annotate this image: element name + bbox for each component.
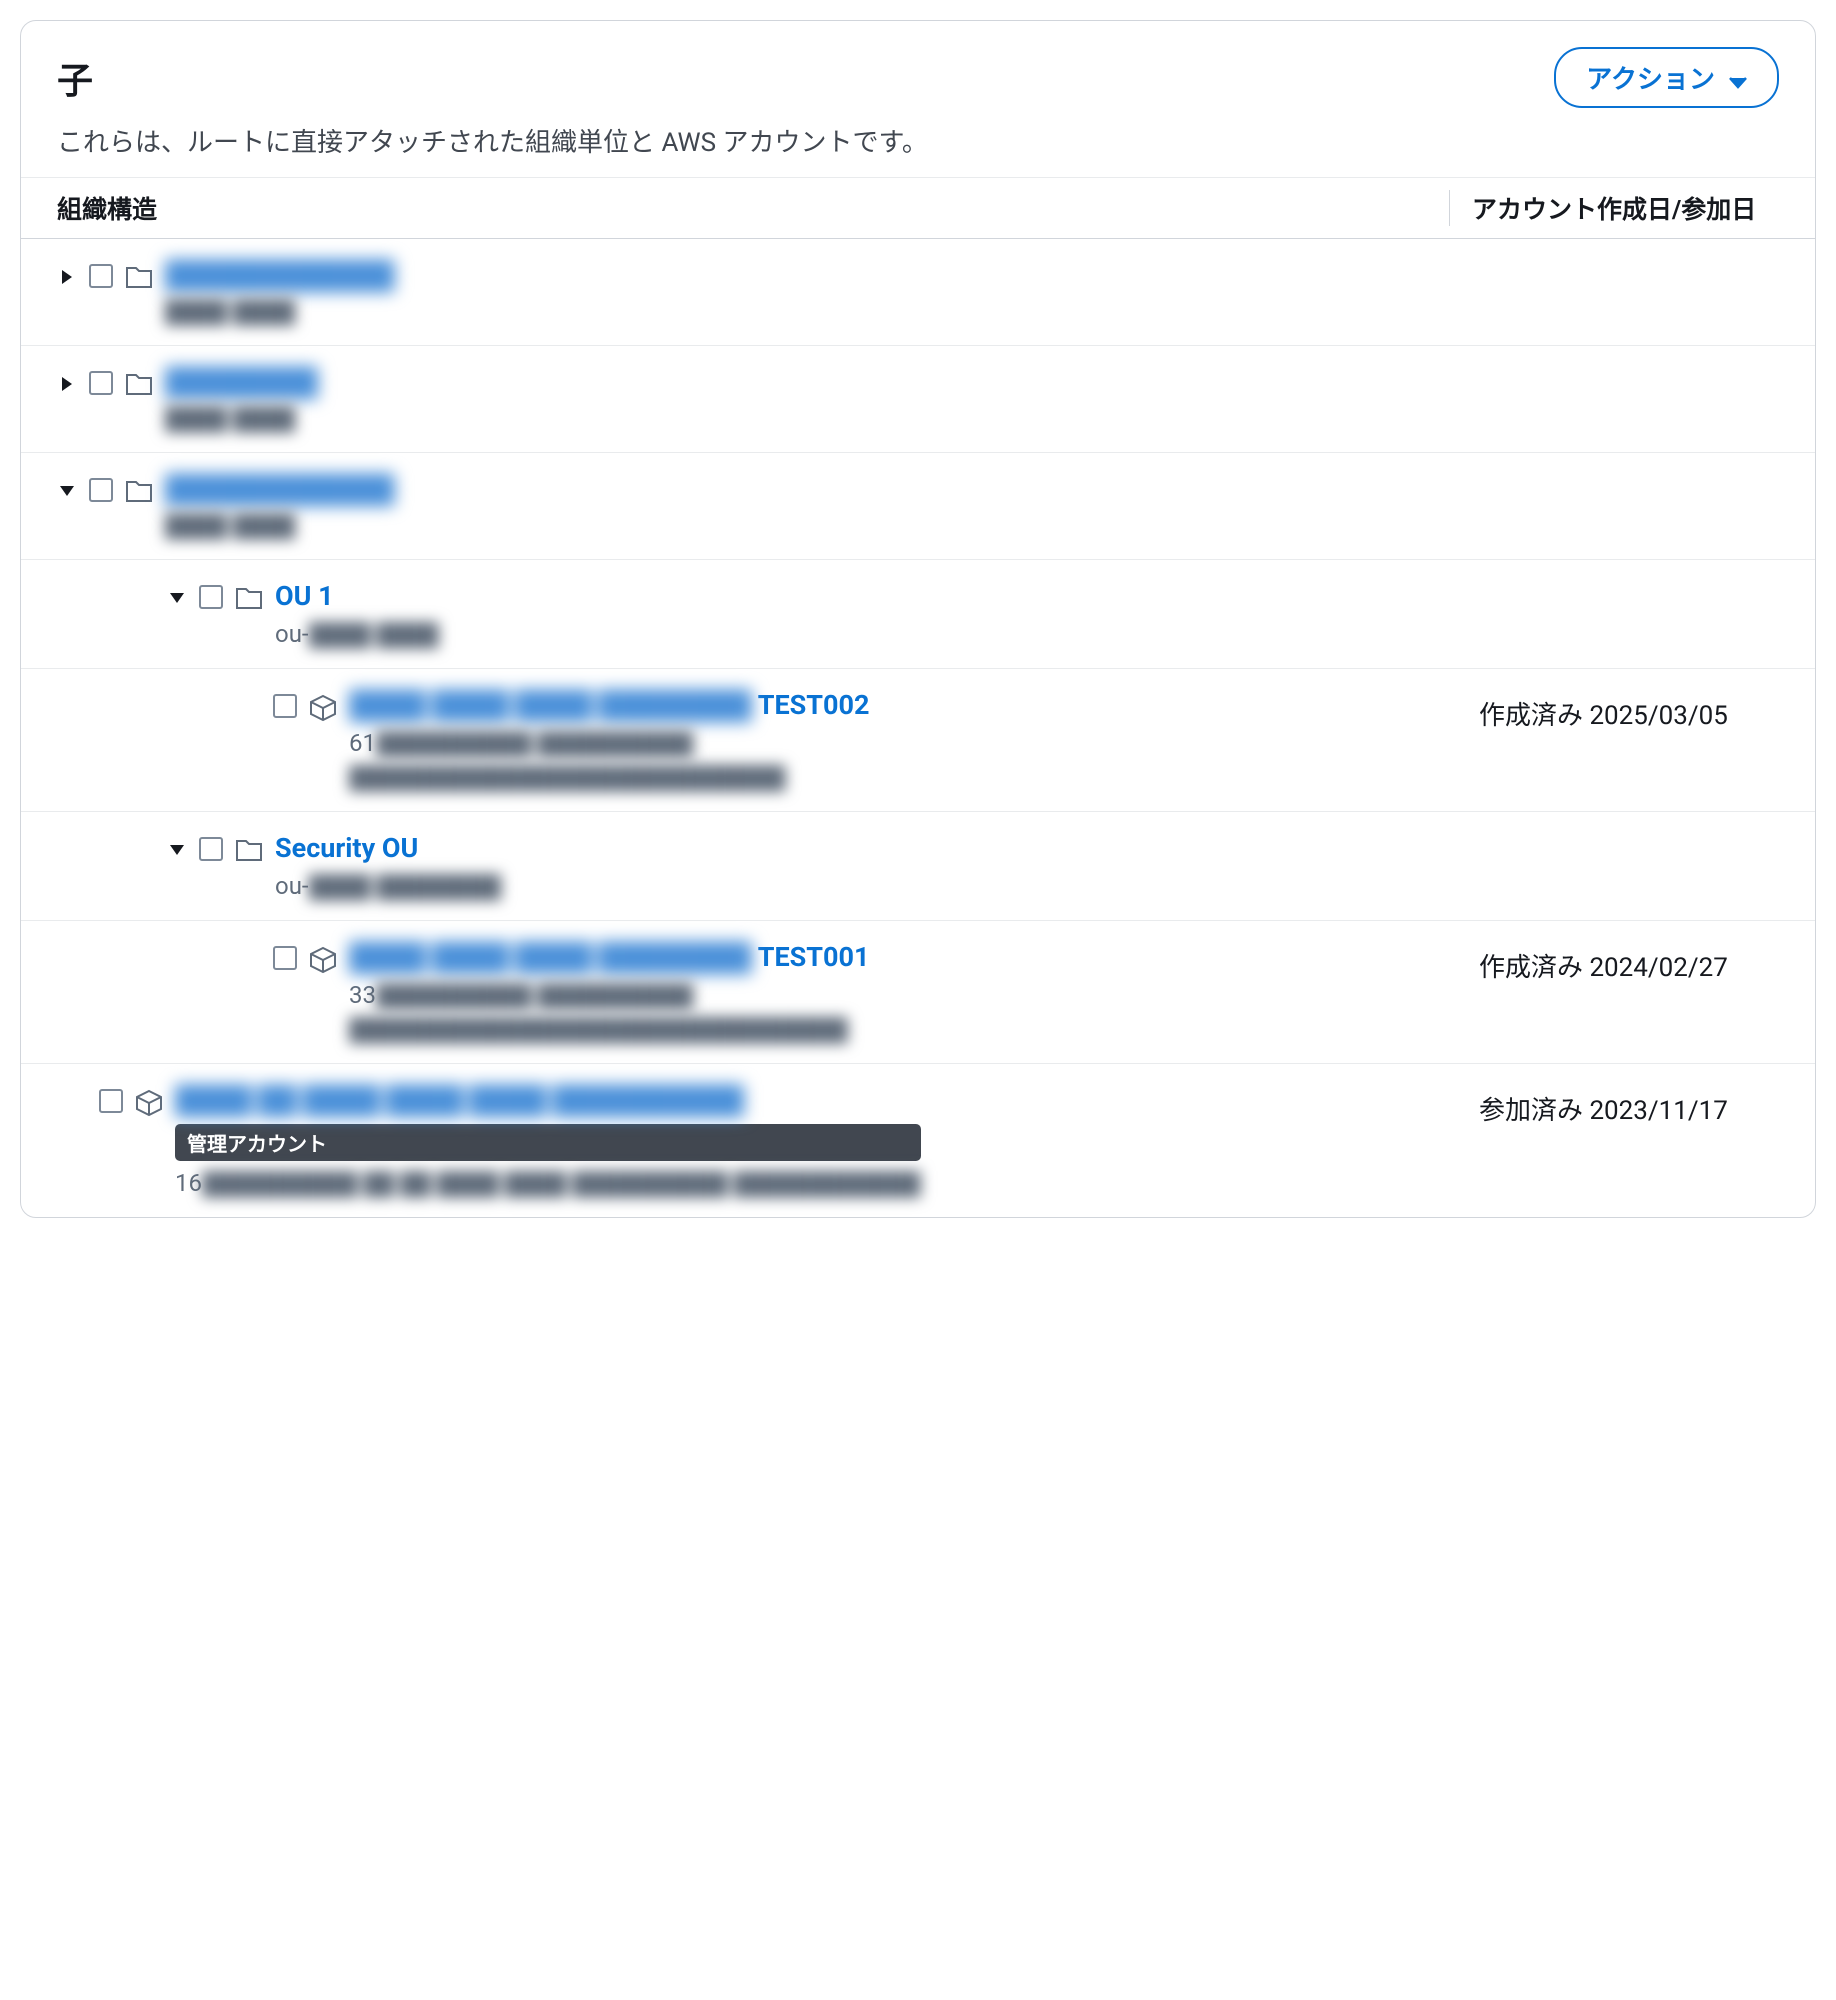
folder-icon xyxy=(235,585,263,615)
ou-id-redacted: ████ ████ xyxy=(165,299,395,325)
ou-name-link[interactable]: Security OU xyxy=(275,832,501,864)
table-header: 組織構造 アカウント作成日/参加日 xyxy=(21,177,1815,239)
collapse-caret-icon[interactable] xyxy=(167,588,187,608)
ou-id: ou-████ ████ xyxy=(275,620,439,648)
col-date-header: アカウント作成日/参加日 xyxy=(1449,190,1779,226)
panel-header: 子 アクション これらは、ルートに直接アタッチされた組織単位と AWS アカウン… xyxy=(21,21,1815,177)
collapse-caret-icon[interactable] xyxy=(57,481,77,501)
table-row: ████████ ████ ████ xyxy=(21,346,1815,453)
management-account-badge: 管理アカウント xyxy=(175,1124,921,1161)
folder-icon xyxy=(125,371,153,401)
folder-icon xyxy=(125,264,153,294)
table-row: ████ ████ ████ ████████ TEST002 61██████… xyxy=(21,669,1815,812)
row-checkbox[interactable] xyxy=(273,694,297,718)
row-checkbox[interactable] xyxy=(89,371,113,395)
ou-id-redacted: ████ ████ xyxy=(165,513,395,539)
account-email-redacted: ████████████████████████████████ xyxy=(349,1017,869,1043)
account-id-line: 61██████████ ██████████ xyxy=(349,729,869,757)
ou-name-redacted[interactable]: ████████████ xyxy=(165,259,395,291)
account-date: 作成済み 2024/02/27 xyxy=(1479,941,1779,984)
ou-name-redacted[interactable]: ████████ xyxy=(165,366,318,398)
account-name-link[interactable]: ████ ████ ████ ████████ TEST001 xyxy=(349,941,869,973)
row-checkbox[interactable] xyxy=(89,264,113,288)
row-checkbox[interactable] xyxy=(99,1089,123,1113)
table-row: Security OU ou-████ ████████ xyxy=(21,812,1815,921)
table-row: ████ ████ ████ ████████ TEST001 33██████… xyxy=(21,921,1815,1064)
ou-name-redacted[interactable]: ████████████ xyxy=(165,473,395,505)
panel-title: 子 xyxy=(57,52,93,104)
org-children-panel: 子 アクション これらは、ルートに直接アタッチされた組織単位と AWS アカウン… xyxy=(20,20,1816,1218)
actions-button[interactable]: アクション xyxy=(1554,47,1779,108)
ou-id-redacted: ████ ████ xyxy=(165,406,318,432)
expand-caret-icon[interactable] xyxy=(57,374,77,394)
panel-title-row: 子 アクション xyxy=(57,47,1779,108)
account-email-redacted: ████████████████████████████ xyxy=(349,765,869,791)
row-checkbox[interactable] xyxy=(89,478,113,502)
org-tree: ████████████ ████ ████ ████████ ████ ███… xyxy=(21,239,1815,1217)
table-row: ████ ██ ████ ████ ████ ██████████ 管理アカウン… xyxy=(21,1064,1815,1217)
account-name-link[interactable]: ████ ████ ████ ████████ TEST002 xyxy=(349,689,869,721)
expand-caret-icon[interactable] xyxy=(57,267,77,287)
actions-label: アクション xyxy=(1586,59,1715,96)
account-box-icon xyxy=(309,694,337,726)
account-box-icon xyxy=(309,946,337,978)
panel-subtitle: これらは、ルートに直接アタッチされた組織単位と AWS アカウントです。 xyxy=(57,122,1779,159)
account-name-link[interactable]: ████ ██ ████ ████ ████ ██████████ xyxy=(175,1084,921,1116)
row-checkbox[interactable] xyxy=(199,585,223,609)
table-row: ████████████ ████ ████ xyxy=(21,453,1815,560)
account-date: 作成済み 2025/03/05 xyxy=(1479,689,1779,732)
account-id-line: 16██████████ ██ ██ ████ ████ ██████████ … xyxy=(175,1169,921,1197)
account-id-line: 33██████████ ██████████ xyxy=(349,981,869,1009)
collapse-caret-icon[interactable] xyxy=(167,840,187,860)
folder-icon xyxy=(235,837,263,867)
ou-name-link[interactable]: OU 1 xyxy=(275,580,439,612)
row-checkbox[interactable] xyxy=(199,837,223,861)
table-row: OU 1 ou-████ ████ xyxy=(21,560,1815,669)
account-date: 参加済み 2023/11/17 xyxy=(1479,1084,1779,1127)
folder-icon xyxy=(125,478,153,508)
ou-id: ou-████ ████████ xyxy=(275,872,501,900)
table-row: ████████████ ████ ████ xyxy=(21,239,1815,346)
col-structure-header: 組織構造 xyxy=(57,190,1449,226)
caret-down-icon xyxy=(1729,65,1747,96)
account-box-icon xyxy=(135,1089,163,1121)
row-checkbox[interactable] xyxy=(273,946,297,970)
